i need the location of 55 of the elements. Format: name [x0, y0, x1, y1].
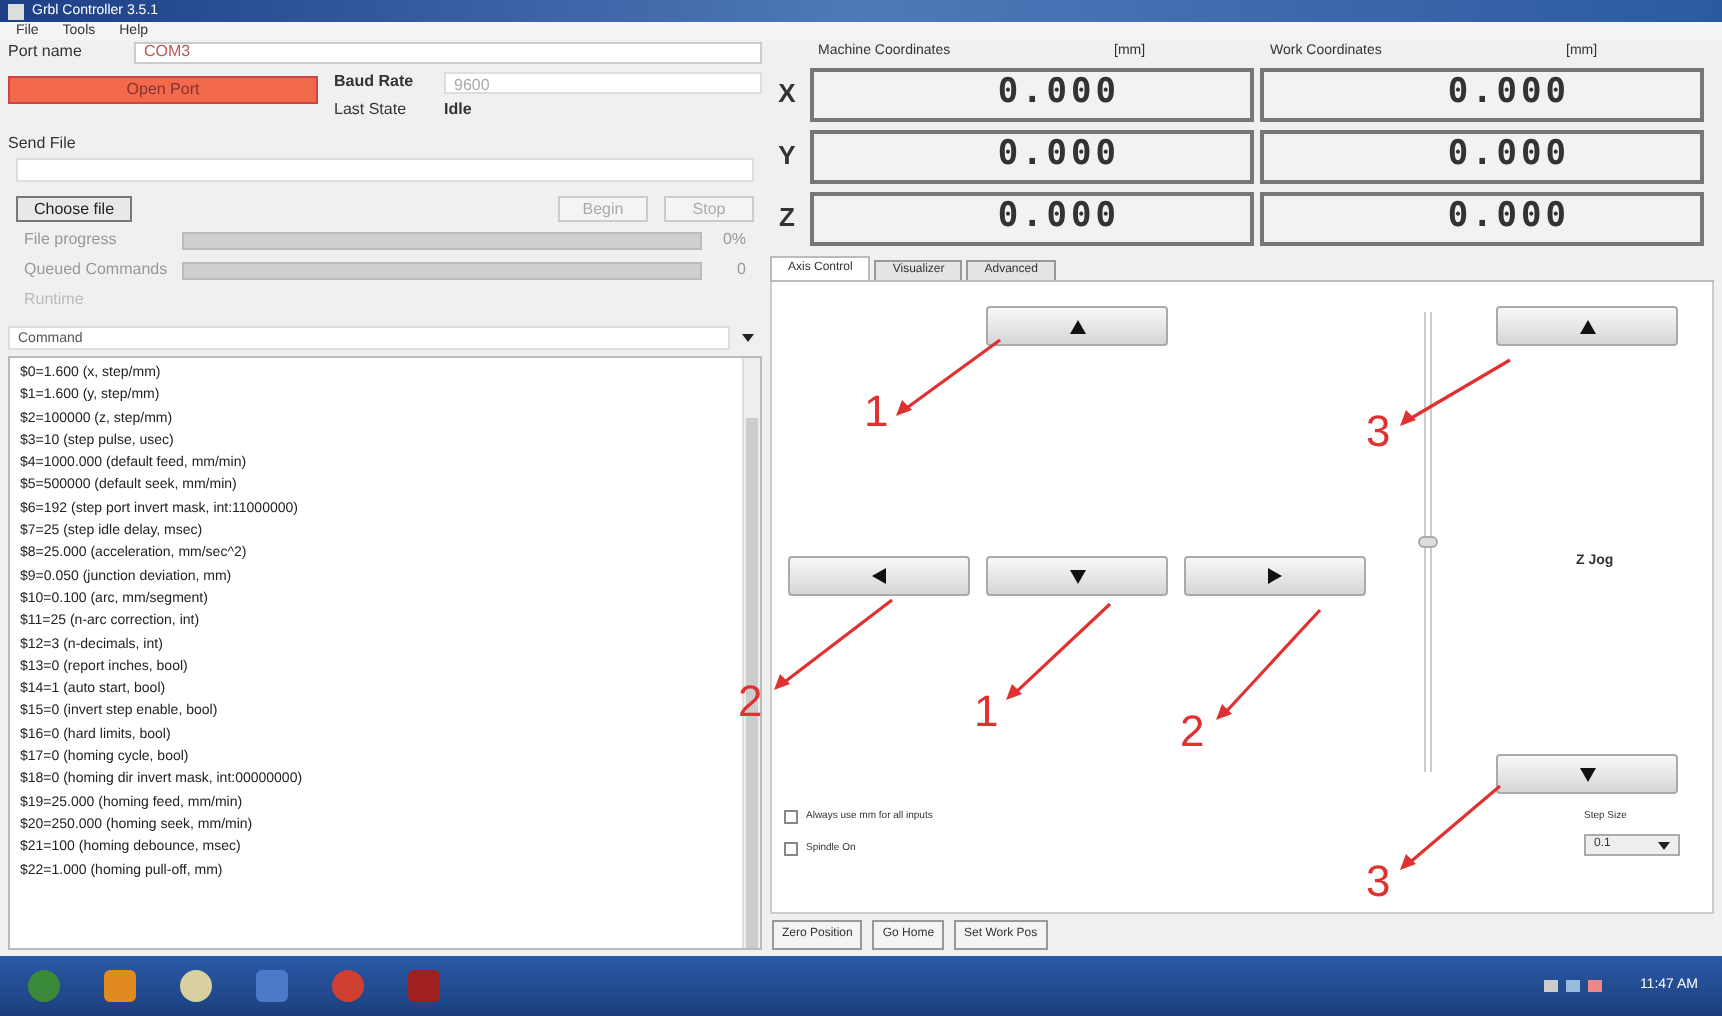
annotation-arrow — [1006, 602, 1112, 700]
state-value: Idle — [444, 98, 474, 122]
coordinate-display: 0.000 — [1260, 191, 1704, 245]
annotation-number: 2 — [1180, 710, 1205, 754]
field-label: Baud Rate — [334, 70, 416, 94]
app-icon — [8, 3, 24, 19]
dropdown-arrow-icon — [1658, 841, 1670, 849]
left-arrow-icon — [872, 568, 886, 584]
file-path-field[interactable] — [16, 158, 754, 182]
axis-label: Y — [776, 138, 798, 175]
start-button-icon[interactable] — [24, 966, 64, 1006]
y-down-button[interactable] — [986, 556, 1168, 596]
progress-label: Queued Commands — [24, 258, 170, 282]
field-label: Port name — [8, 40, 84, 64]
coordinate-display: 0.000 — [810, 191, 1254, 245]
progress-label: File progress — [24, 228, 119, 252]
axis-label: X — [776, 76, 798, 113]
dropdown-arrow-icon — [742, 334, 754, 342]
coordinate-display: 0.000 — [1260, 67, 1704, 121]
down-arrow-icon — [1069, 569, 1085, 583]
right-arrow-icon — [1268, 568, 1282, 584]
annotation-number: 3 — [1366, 410, 1391, 454]
progress-reading: 0 — [735, 258, 746, 282]
slider-thumb[interactable] — [1418, 536, 1438, 548]
annotation-arrow — [896, 338, 1001, 416]
up-arrow-icon — [1579, 319, 1595, 333]
x-left-button[interactable] — [788, 556, 970, 596]
taskbar-app-icon[interactable] — [100, 966, 140, 1006]
section-label: Send File — [8, 132, 78, 152]
tray-icons[interactable] — [1543, 978, 1604, 994]
coordinate-display: 0.000 — [1260, 129, 1704, 183]
port-dropdown[interactable]: COM3 — [134, 41, 762, 63]
annotation-arrow — [1216, 608, 1322, 720]
coordinate-display: 0.000 — [810, 67, 1254, 121]
z-up-button[interactable] — [1496, 306, 1678, 346]
checkbox[interactable] — [784, 842, 798, 857]
annotation-arrow — [774, 598, 893, 690]
annotation-number: 1 — [974, 690, 999, 734]
x-right-button[interactable] — [1184, 556, 1366, 596]
y-up-button[interactable] — [986, 306, 1168, 346]
annotation-arrow — [1400, 784, 1502, 870]
choose-file-button[interactable]: Choose file — [16, 196, 133, 222]
annotation-number: 2 — [738, 680, 763, 724]
down-arrow-icon — [1579, 767, 1595, 781]
annotation-arrow — [1400, 358, 1511, 426]
z-down-button[interactable] — [1496, 754, 1678, 794]
axis-label: Z — [777, 200, 797, 237]
annotation-number: 1 — [864, 390, 889, 434]
progress-reading: 0% — [720, 228, 746, 252]
taskbar-app-icon[interactable] — [176, 966, 216, 1006]
field-label: Last State — [334, 98, 409, 122]
coordinate-display: 0.000 — [810, 129, 1254, 183]
annotation-number: 3 — [1366, 860, 1391, 904]
up-arrow-icon — [1069, 319, 1085, 333]
checkbox[interactable] — [784, 810, 798, 825]
